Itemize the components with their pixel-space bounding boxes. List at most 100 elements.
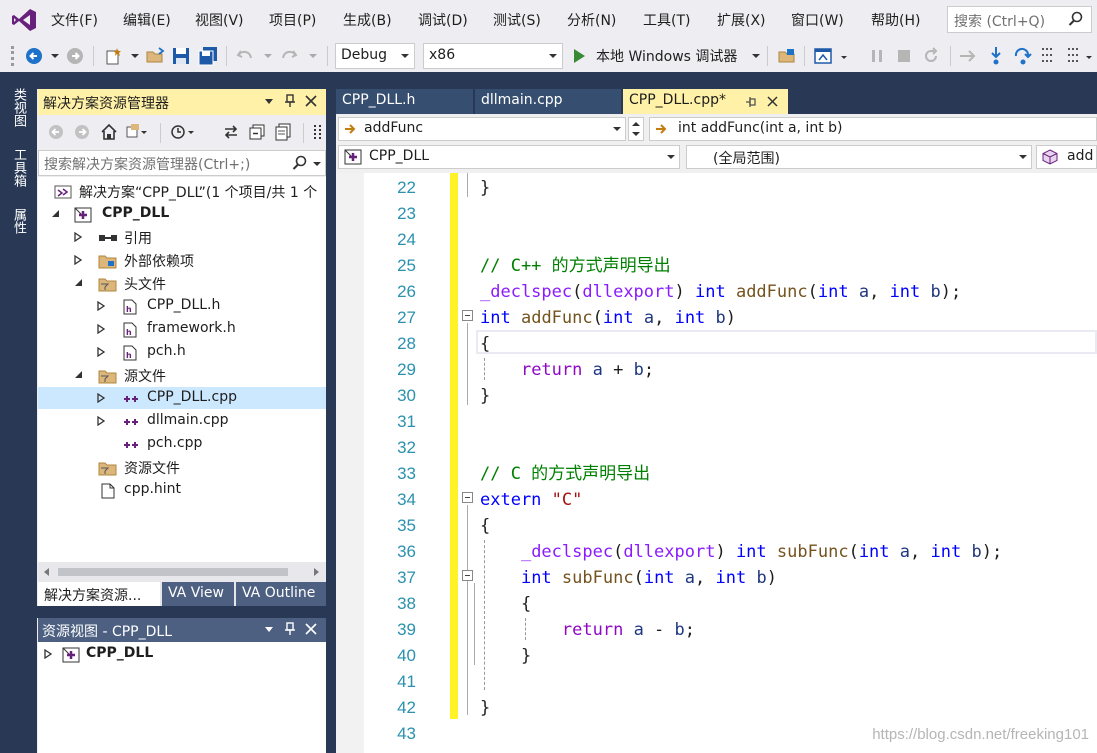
pending-changes-filter-icon[interactable] — [170, 123, 196, 141]
collapsed-arrow-icon[interactable] — [74, 255, 82, 265]
home-icon[interactable] — [100, 123, 118, 141]
pin-icon[interactable] — [284, 94, 296, 108]
debugger-dropdown-icon[interactable] — [752, 54, 760, 58]
member-spinner[interactable] — [628, 117, 644, 141]
quick-launch-search[interactable]: 搜索 (Ctrl+Q) — [947, 6, 1092, 33]
tree-item-external-deps[interactable]: 外部依赖项 — [38, 249, 326, 271]
scroll-thumb[interactable] — [58, 568, 288, 576]
close-tab-icon[interactable] — [767, 96, 778, 107]
menu-debug[interactable]: 调试(D) — [418, 10, 468, 30]
collapsed-arrow-icon[interactable] — [97, 324, 105, 334]
undo-icon[interactable] — [236, 47, 254, 65]
tree-item-header-files[interactable]: 头文件 — [38, 272, 326, 294]
tab-class-view[interactable]: 类视图 — [9, 88, 28, 127]
chevron-down-icon[interactable] — [632, 132, 640, 136]
back-icon[interactable] — [48, 124, 64, 140]
redo-dropdown-icon[interactable] — [309, 54, 317, 58]
project-dropdown[interactable]: CPP_DLL — [338, 145, 680, 169]
menu-extensions[interactable]: 扩展(X) — [717, 10, 766, 30]
toolbar-options-icon[interactable] — [841, 56, 847, 59]
tab-cpp-dll-h[interactable]: CPP_DLL.h — [336, 89, 473, 114]
pin-icon[interactable] — [284, 622, 296, 636]
collapse-all-icon[interactable] — [248, 123, 266, 141]
tree-item-file[interactable]: pch.cpp — [38, 433, 326, 455]
tree-item-project[interactable]: CPP_DLL — [38, 203, 326, 225]
tree-item-file[interactable]: cpp.hint — [38, 479, 326, 501]
find-in-files-icon[interactable] — [777, 46, 797, 66]
show-all-files-icon[interactable] — [274, 123, 292, 141]
new-dropdown-icon[interactable] — [131, 54, 139, 58]
toolbar-overflow-icon[interactable] — [1086, 56, 1092, 59]
collapsed-arrow-icon[interactable] — [97, 301, 105, 311]
menu-build[interactable]: 生成(B) — [343, 10, 392, 30]
search-options-icon[interactable] — [313, 162, 321, 166]
open-file-icon[interactable] — [145, 46, 165, 66]
collapse-toggle-icon[interactable] — [462, 310, 473, 321]
menu-help[interactable]: 帮助(H) — [871, 10, 920, 30]
start-debugger-button[interactable]: 本地 Windows 调试器 — [596, 46, 737, 66]
signature-dropdown[interactable]: int addFunc(int a, int b) — [649, 117, 1097, 141]
close-icon[interactable] — [305, 623, 317, 635]
collapsed-arrow-icon[interactable] — [44, 649, 52, 659]
collapsed-arrow-icon[interactable] — [74, 232, 82, 242]
splitter[interactable] — [326, 80, 336, 753]
tree-item-solution[interactable]: 解决方案“CPP_DLL”(1 个项目/共 1 个 — [38, 180, 326, 202]
tree-item-file[interactable]: dllmain.cpp — [38, 410, 326, 432]
step-into-icon[interactable] — [987, 46, 1005, 66]
menu-analyze[interactable]: 分析(N) — [567, 10, 616, 30]
breakpoint-icon[interactable] — [1066, 46, 1080, 66]
function-dropdown[interactable]: add — [1036, 145, 1097, 169]
navigate-back-icon[interactable] — [25, 47, 43, 65]
menu-tools[interactable]: 工具(T) — [643, 10, 690, 30]
expanded-arrow-icon[interactable] — [74, 278, 83, 287]
tree-item-file[interactable]: h CPP_DLL.h — [38, 295, 326, 317]
solution-search-input[interactable]: 搜索解决方案资源管理器(Ctrl+;) — [38, 150, 326, 176]
menu-edit[interactable]: 编辑(E) — [123, 10, 171, 30]
step-over-icon[interactable] — [1013, 46, 1033, 66]
scroll-left-icon[interactable] — [44, 568, 49, 576]
collapsed-arrow-icon[interactable] — [97, 347, 105, 357]
member-dropdown[interactable]: addFunc — [338, 117, 626, 141]
tree-item-project[interactable]: CPP_DLL — [38, 643, 326, 665]
new-project-icon[interactable] — [104, 46, 124, 66]
expanded-arrow-icon[interactable] — [74, 370, 83, 379]
platform-dropdown[interactable]: x86 — [423, 43, 563, 69]
browser-link-icon[interactable] — [814, 47, 832, 65]
menu-view[interactable]: 视图(V) — [195, 10, 244, 30]
properties-icon[interactable] — [313, 123, 323, 141]
undo-dropdown-icon[interactable] — [264, 54, 272, 58]
tab-va-view[interactable]: VA View — [162, 582, 234, 606]
chevron-up-icon[interactable] — [632, 122, 640, 126]
window-position-icon[interactable] — [265, 627, 273, 632]
tree-item-file-selected[interactable]: CPP_DLL.cpp — [38, 387, 326, 409]
navigate-forward-icon[interactable] — [66, 47, 84, 65]
sync-with-document-icon[interactable] — [222, 123, 240, 141]
menu-test[interactable]: 测试(S) — [493, 10, 541, 30]
pin-tab-icon[interactable] — [745, 96, 757, 108]
tree-item-file[interactable]: h pch.h — [38, 341, 326, 363]
tree-item-references[interactable]: 引用 — [38, 226, 326, 248]
tab-properties[interactable]: 属性 — [9, 208, 28, 234]
tree-item-file[interactable]: h framework.h — [38, 318, 326, 340]
collapse-toggle-icon[interactable] — [462, 570, 473, 581]
tab-solution-explorer[interactable]: 解决方案资源... — [38, 582, 160, 606]
save-all-icon[interactable] — [198, 46, 218, 66]
collapsed-arrow-icon[interactable] — [97, 416, 105, 426]
collapsed-arrow-icon[interactable] — [97, 393, 105, 403]
visual-studio-logo-icon[interactable] — [11, 7, 37, 33]
scope-dropdown[interactable]: (全局范围) — [686, 145, 1032, 169]
configuration-dropdown[interactable]: Debug — [335, 43, 415, 69]
window-position-icon[interactable] — [265, 99, 273, 104]
expanded-arrow-icon[interactable] — [51, 209, 60, 218]
tab-cpp-dll-cpp-active[interactable]: CPP_DLL.cpp* — [623, 89, 788, 114]
back-dropdown-icon[interactable] — [51, 54, 59, 58]
tab-dllmain-cpp[interactable]: dllmain.cpp — [475, 89, 621, 114]
indicator-margin[interactable] — [336, 173, 364, 753]
close-icon[interactable] — [305, 95, 317, 107]
menu-file[interactable]: 文件(F) — [51, 10, 98, 30]
menu-project[interactable]: 项目(P) — [269, 10, 316, 30]
collapse-toggle-icon[interactable] — [462, 492, 473, 503]
forward-icon[interactable] — [74, 124, 90, 140]
redo-icon[interactable] — [280, 47, 298, 65]
scroll-right-icon[interactable] — [314, 568, 319, 576]
